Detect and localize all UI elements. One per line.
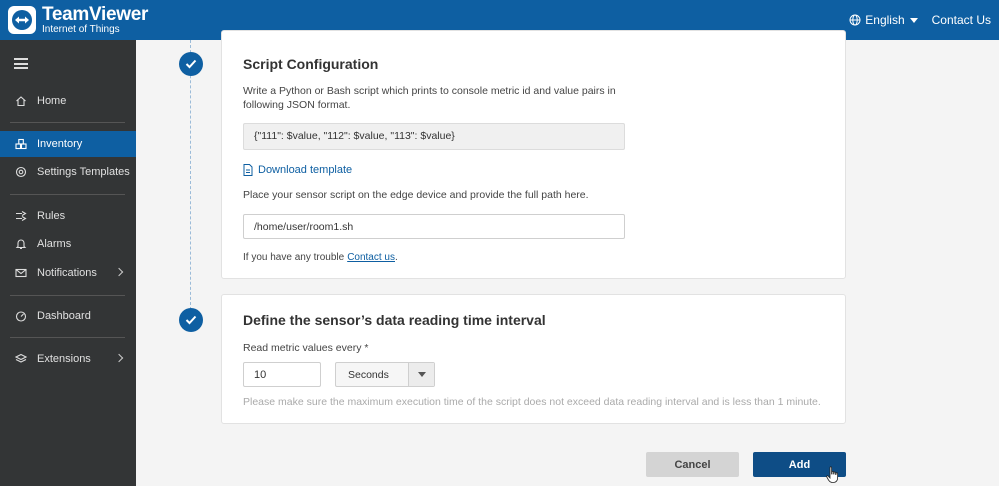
sidebar-item-inventory[interactable]: Inventory	[0, 131, 136, 157]
sidebar-item-extensions[interactable]: Extensions	[0, 346, 136, 372]
download-template-link[interactable]: Download template	[243, 164, 352, 176]
settings-templates-icon	[15, 166, 27, 178]
contact-us-link[interactable]: Contact Us	[932, 13, 991, 27]
interval-value-input[interactable]	[243, 362, 321, 387]
hand-cursor-icon	[826, 466, 838, 483]
sidebar-item-label: Inventory	[37, 138, 83, 150]
sidebar-divider	[10, 194, 125, 195]
interval-card: Define the sensor’s data reading time in…	[221, 294, 846, 424]
home-icon	[16, 96, 26, 107]
extensions-icon	[15, 353, 27, 363]
json-format-box: {"111": $value, "112": $value, "113": $v…	[243, 123, 625, 150]
interval-hint: Please make sure the maximum execution t…	[243, 396, 821, 408]
step-complete-check-icon	[179, 52, 203, 76]
chevron-right-icon	[114, 267, 124, 277]
script-configuration-card: Script Configuration Write a Python or B…	[221, 30, 846, 279]
document-icon	[243, 164, 253, 176]
sidebar-item-home[interactable]: Home	[0, 88, 136, 114]
language-label: English	[865, 13, 905, 27]
trouble-text: If you have any trouble Contact us.	[243, 252, 398, 263]
caret-down-icon	[909, 17, 918, 23]
interval-title: Define the sensor’s data reading time in…	[243, 312, 546, 328]
sidebar-divider	[10, 122, 125, 123]
sidebar-item-rules[interactable]: Rules	[0, 203, 136, 229]
bell-icon	[15, 239, 27, 250]
brand-name: TeamViewer	[42, 4, 149, 25]
sidebar-item-label: Home	[37, 95, 67, 107]
globe-icon	[849, 14, 861, 26]
contact-us-inline-link[interactable]: Contact us	[347, 252, 395, 263]
script-configuration-title: Script Configuration	[243, 56, 379, 72]
sidebar-item-label: Settings Templates	[37, 166, 130, 178]
sidebar: Home Inventory Settings Templates Rules …	[0, 40, 136, 486]
sidebar-item-notifications[interactable]: Notifications	[0, 260, 136, 286]
teamviewer-logo[interactable]: TeamViewer Internet of Things	[8, 5, 148, 35]
sidebar-item-dashboard[interactable]: Dashboard	[0, 303, 136, 329]
script-description: Write a Python or Bash script which prin…	[243, 85, 616, 111]
download-template-label: Download template	[258, 164, 353, 176]
path-instruction: Place your sensor script on the edge dev…	[243, 189, 589, 201]
step-timeline	[190, 40, 191, 310]
dropdown-arrow-icon[interactable]	[408, 363, 434, 386]
hamburger-menu-icon[interactable]	[14, 58, 28, 69]
teamviewer-logo-icon	[8, 6, 36, 34]
rules-icon	[16, 211, 27, 221]
sidebar-divider	[10, 295, 125, 296]
interval-unit-value: Seconds	[348, 368, 389, 381]
sidebar-divider	[10, 337, 125, 338]
sidebar-item-alarms[interactable]: Alarms	[0, 231, 136, 257]
cancel-button[interactable]: Cancel	[646, 452, 739, 477]
language-selector[interactable]: English	[849, 13, 918, 27]
sidebar-item-label: Extensions	[37, 353, 91, 365]
sidebar-item-label: Dashboard	[37, 310, 91, 322]
sidebar-item-label: Notifications	[37, 267, 97, 279]
interval-unit-select[interactable]: Seconds	[335, 362, 435, 387]
sidebar-item-settings-templates[interactable]: Settings Templates	[0, 159, 136, 185]
sidebar-item-label: Alarms	[37, 238, 72, 250]
brand-subtitle: Internet of Things	[42, 24, 120, 35]
dashboard-icon	[15, 311, 27, 322]
interval-label: Read metric values every *	[243, 342, 369, 354]
sidebar-item-label: Rules	[37, 210, 66, 222]
envelope-icon	[15, 268, 27, 278]
chevron-right-icon	[114, 353, 124, 363]
inventory-icon	[15, 138, 27, 150]
script-path-input[interactable]	[243, 214, 625, 239]
step-complete-check-icon	[179, 308, 203, 332]
